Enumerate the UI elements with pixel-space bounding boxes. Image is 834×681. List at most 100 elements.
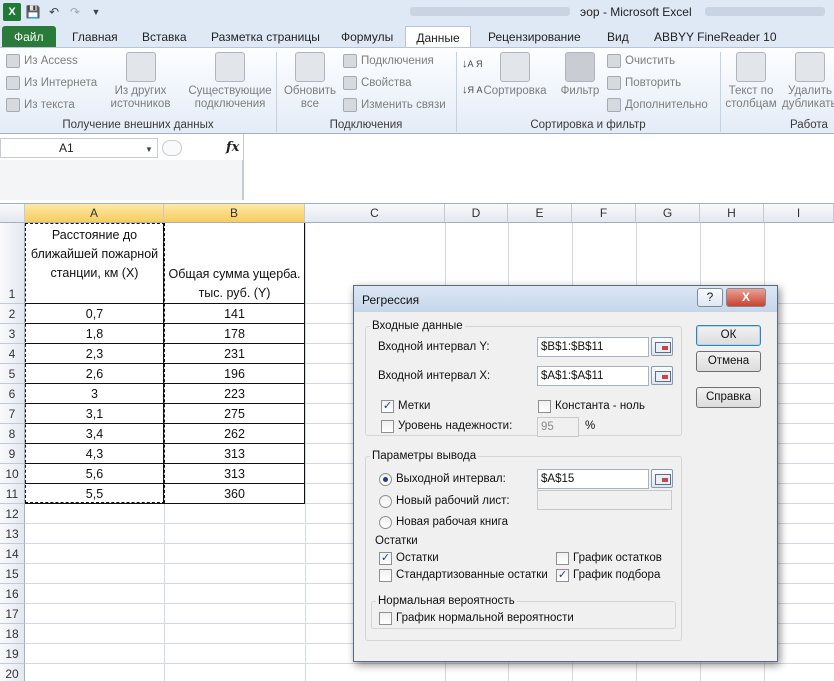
- row-header-13[interactable]: 13: [0, 524, 25, 544]
- dialog-title-bar[interactable]: Регрессия ? X: [354, 286, 777, 312]
- cell-b3[interactable]: 178: [165, 327, 304, 341]
- tab-formulas[interactable]: Формулы: [337, 26, 397, 48]
- customize-qat-icon[interactable]: ▼: [87, 3, 105, 21]
- ok-button[interactable]: ОК: [696, 325, 761, 346]
- row-header-4[interactable]: 4: [0, 344, 25, 364]
- reapply-button[interactable]: Повторить: [607, 74, 681, 92]
- column-header-b[interactable]: B: [164, 204, 305, 223]
- row-header-8[interactable]: 8: [0, 424, 25, 444]
- column-header-i[interactable]: I: [764, 204, 834, 223]
- save-icon[interactable]: 💾: [24, 3, 42, 21]
- existing-connections-button[interactable]: Существующие подключения: [188, 52, 272, 111]
- cell-b8[interactable]: 262: [165, 427, 304, 441]
- line-fit-plots-checkbox[interactable]: ✓: [556, 569, 569, 582]
- column-header-c[interactable]: C: [305, 204, 445, 223]
- row-header-6[interactable]: 6: [0, 384, 25, 404]
- tab-insert[interactable]: Вставка: [138, 26, 191, 48]
- connections-button[interactable]: Подключения: [343, 52, 434, 70]
- insert-function-icon[interactable]: fx: [226, 140, 239, 155]
- filter-label: Фильтр: [560, 85, 600, 97]
- collapse-dialog-icon[interactable]: [651, 469, 673, 488]
- labels-checkbox[interactable]: ✓: [381, 400, 394, 413]
- clear-button[interactable]: Очистить: [607, 52, 675, 70]
- row-header-5[interactable]: 5: [0, 364, 25, 384]
- cell-b4[interactable]: 231: [165, 347, 304, 361]
- output-range-field[interactable]: $A$15: [537, 469, 649, 489]
- row-header-10[interactable]: 10: [0, 464, 25, 484]
- tab-abbyy[interactable]: ABBYY FineReader 10: [650, 26, 781, 48]
- name-box[interactable]: A1: [0, 138, 158, 158]
- remove-duplicates-button[interactable]: Удалить дубликаты: [782, 52, 834, 111]
- new-worksheet-radio[interactable]: [379, 495, 392, 508]
- from-other-sources-button[interactable]: Из других источников: [103, 52, 178, 111]
- row-header-18[interactable]: 18: [0, 624, 25, 644]
- from-access-button[interactable]: Из Access: [6, 52, 78, 70]
- select-all-corner[interactable]: [0, 204, 25, 223]
- constant-zero-checkbox[interactable]: [538, 400, 551, 413]
- row-header-15[interactable]: 15: [0, 564, 25, 584]
- sort-button[interactable]: Сортировка: [480, 52, 550, 98]
- row-header-16[interactable]: 16: [0, 584, 25, 604]
- row-header-11[interactable]: 11: [0, 484, 25, 504]
- tab-review[interactable]: Рецензирование: [484, 26, 585, 48]
- row-header-2[interactable]: 2: [0, 304, 25, 324]
- database-icon: [125, 52, 156, 82]
- advanced-button[interactable]: Дополнительно: [607, 96, 708, 114]
- std-residuals-checkbox[interactable]: [379, 569, 392, 582]
- refresh-all-button[interactable]: Обновить все: [280, 52, 340, 111]
- cell-b6[interactable]: 223: [165, 387, 304, 401]
- help-icon[interactable]: ?: [697, 288, 723, 307]
- close-icon[interactable]: X: [726, 288, 766, 307]
- column-header-f[interactable]: F: [572, 204, 636, 223]
- cell-b2[interactable]: 141: [165, 307, 304, 321]
- cell-b7[interactable]: 275: [165, 407, 304, 421]
- cell-b9[interactable]: 313: [165, 447, 304, 461]
- row-header-7[interactable]: 7: [0, 404, 25, 424]
- collapse-dialog-icon[interactable]: [651, 366, 673, 385]
- confidence-checkbox[interactable]: [381, 420, 394, 433]
- tab-page-layout[interactable]: Разметка страницы: [207, 26, 324, 48]
- help-button[interactable]: Справка: [696, 387, 761, 408]
- row-header-9[interactable]: 9: [0, 444, 25, 464]
- column-header-h[interactable]: H: [700, 204, 764, 223]
- new-workbook-radio[interactable]: [379, 516, 392, 529]
- tab-view[interactable]: Вид: [603, 26, 633, 48]
- redo-icon[interactable]: ↷: [66, 3, 84, 21]
- row-header-14[interactable]: 14: [0, 544, 25, 564]
- column-header-g[interactable]: G: [636, 204, 700, 223]
- row-header-12[interactable]: 12: [0, 504, 25, 524]
- row-header-3[interactable]: 3: [0, 324, 25, 344]
- confidence-field[interactable]: 95: [537, 417, 579, 437]
- tab-data[interactable]: Данные: [405, 26, 471, 48]
- residuals-checkbox[interactable]: ✓: [379, 552, 392, 565]
- text-to-columns-button[interactable]: Текст по столбцам: [722, 52, 780, 111]
- column-header-e[interactable]: E: [508, 204, 572, 223]
- new-worksheet-field[interactable]: [537, 490, 672, 510]
- cancel-button[interactable]: Отмена: [696, 351, 761, 372]
- tab-file[interactable]: Файл: [2, 26, 56, 48]
- row-header-1[interactable]: 1: [0, 223, 25, 304]
- input-y-field[interactable]: $B$1:$B$11: [537, 337, 649, 357]
- cell-b5[interactable]: 196: [165, 367, 304, 381]
- column-header-a[interactable]: A: [25, 204, 164, 223]
- row-header-17[interactable]: 17: [0, 604, 25, 624]
- name-box-dropdown-icon[interactable]: ▼: [145, 145, 153, 154]
- output-range-radio[interactable]: [379, 473, 392, 486]
- cell-b10[interactable]: 313: [165, 467, 304, 481]
- collapse-dialog-icon[interactable]: [651, 337, 673, 356]
- row-header-19[interactable]: 19: [0, 644, 25, 664]
- residual-plots-checkbox[interactable]: [556, 552, 569, 565]
- properties-button[interactable]: Свойства: [343, 74, 412, 92]
- cell-b11[interactable]: 360: [165, 487, 304, 501]
- column-header-d[interactable]: D: [445, 204, 508, 223]
- row-header-20[interactable]: 20: [0, 664, 25, 681]
- formula-bar-resize-handle[interactable]: [162, 140, 182, 156]
- tab-home[interactable]: Главная: [68, 26, 122, 48]
- filter-button[interactable]: Фильтр: [558, 52, 602, 98]
- from-web-button[interactable]: Из Интернета: [6, 74, 97, 92]
- edit-links-button[interactable]: Изменить связи: [343, 96, 446, 114]
- undo-icon[interactable]: ↶: [45, 3, 63, 21]
- normal-plot-checkbox[interactable]: [379, 612, 392, 625]
- input-x-field[interactable]: $A$1:$A$11: [537, 366, 649, 386]
- from-text-button[interactable]: Из текста: [6, 96, 75, 114]
